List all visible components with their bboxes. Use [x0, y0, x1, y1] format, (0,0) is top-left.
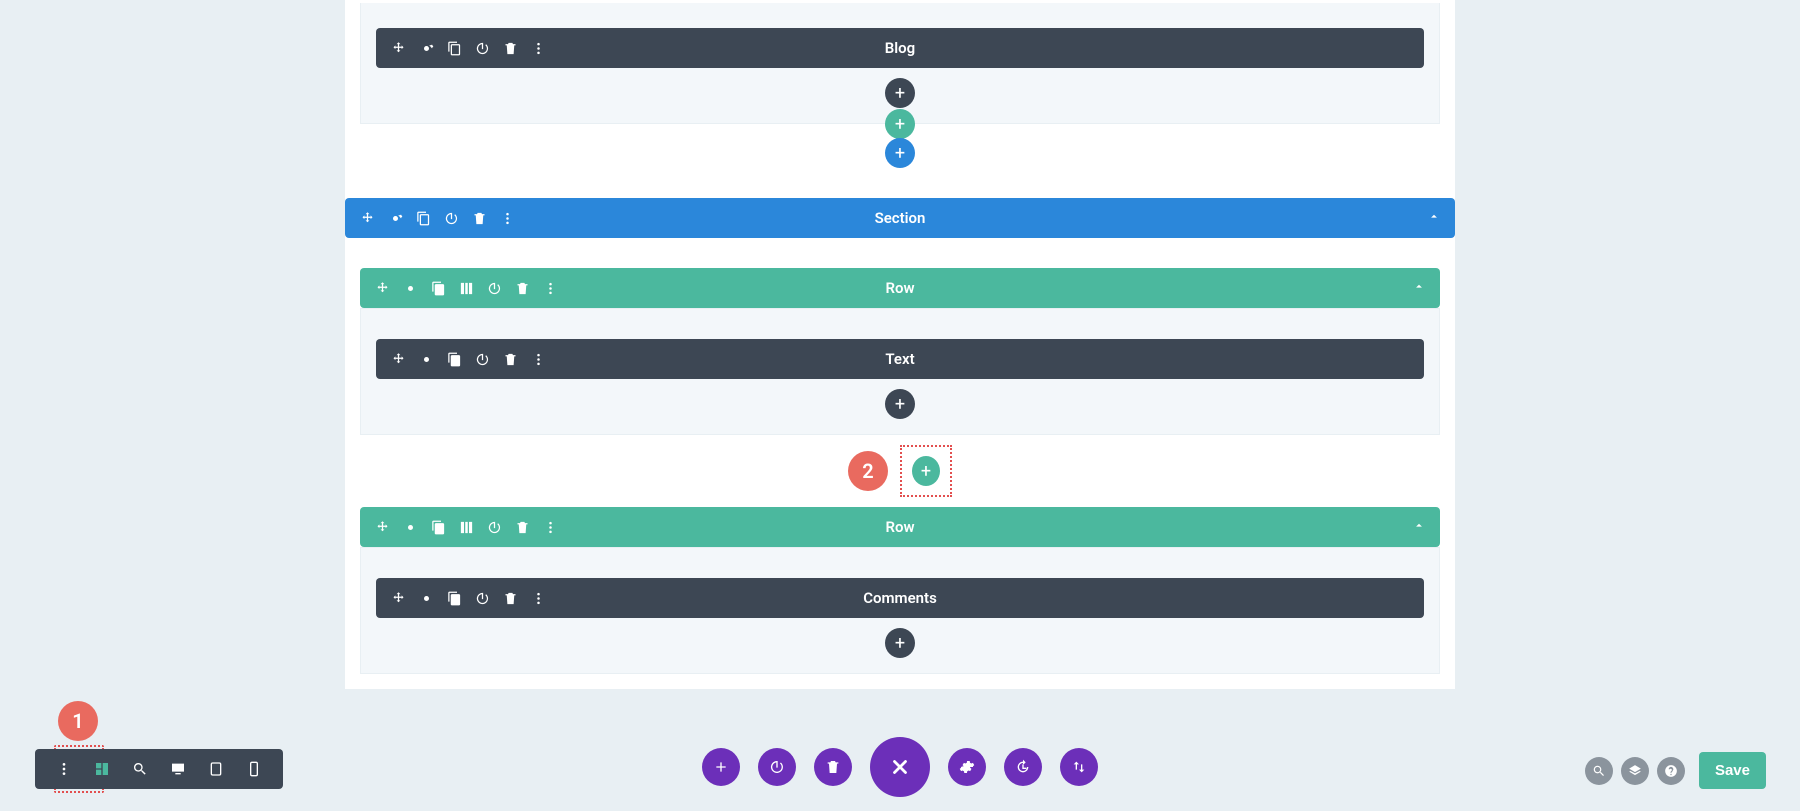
view-toolbar	[35, 749, 283, 789]
module-bar-text[interactable]: Text	[376, 339, 1424, 379]
columns-icon[interactable]	[458, 519, 474, 535]
section-outer-2: Row Text + 2 +	[345, 268, 1455, 689]
duplicate-icon[interactable]	[446, 590, 462, 606]
trash-icon[interactable]	[471, 210, 487, 226]
module-toolbar	[376, 40, 546, 56]
tablet-icon[interactable]	[201, 754, 231, 784]
row-bar-1[interactable]: Row	[360, 268, 1440, 308]
module-toolbar	[376, 590, 546, 606]
add-row-button[interactable]: +	[912, 456, 940, 486]
add-section-button[interactable]: +	[885, 138, 915, 168]
zoom-icon[interactable]	[125, 754, 155, 784]
trash-icon[interactable]	[514, 280, 530, 296]
duplicate-icon[interactable]	[430, 280, 446, 296]
toolbar-settings-button[interactable]	[948, 748, 986, 786]
toolbar-close-button[interactable]	[870, 737, 930, 797]
gear-icon[interactable]	[418, 590, 434, 606]
plus-icon: +	[895, 83, 905, 104]
section-outer-1: Blog + +	[345, 3, 1455, 154]
gear-icon[interactable]	[387, 210, 403, 226]
phone-icon[interactable]	[239, 754, 269, 784]
module-bar-blog[interactable]: Blog	[376, 28, 1424, 68]
gear-icon[interactable]	[402, 519, 418, 535]
gear-icon[interactable]	[418, 351, 434, 367]
plus-icon: +	[895, 143, 905, 164]
annotation-badge-1: 1	[58, 701, 98, 741]
right-toolbar: Save	[1585, 752, 1766, 789]
power-icon[interactable]	[486, 519, 502, 535]
power-icon[interactable]	[486, 280, 502, 296]
add-module-button[interactable]: +	[885, 628, 915, 658]
power-icon[interactable]	[474, 40, 490, 56]
move-icon[interactable]	[374, 280, 390, 296]
power-icon[interactable]	[443, 210, 459, 226]
module-toolbar	[376, 351, 546, 367]
move-icon[interactable]	[390, 590, 406, 606]
row-wrap-2: Text +	[360, 308, 1440, 435]
kebab-icon[interactable]	[530, 351, 546, 367]
trash-icon[interactable]	[502, 351, 518, 367]
chevron-up-icon[interactable]	[1427, 209, 1441, 228]
plus-icon: +	[895, 394, 905, 415]
trash-icon[interactable]	[502, 40, 518, 56]
power-icon[interactable]	[474, 351, 490, 367]
search-button[interactable]	[1585, 757, 1613, 785]
desktop-icon[interactable]	[163, 754, 193, 784]
chevron-up-icon[interactable]	[1412, 518, 1426, 537]
toolbar-swap-button[interactable]	[1060, 748, 1098, 786]
kebab-icon[interactable]	[530, 590, 546, 606]
module-bar-comments[interactable]: Comments	[376, 578, 1424, 618]
layers-button[interactable]	[1621, 757, 1649, 785]
toolbar-power-button[interactable]	[758, 748, 796, 786]
add-row-button[interactable]: +	[885, 109, 915, 139]
columns-icon[interactable]	[458, 280, 474, 296]
toolbar-add-button[interactable]	[702, 748, 740, 786]
row-bar-2[interactable]: Row	[360, 507, 1440, 547]
power-icon[interactable]	[474, 590, 490, 606]
wireframe-icon[interactable]	[87, 754, 117, 784]
section-toolbar	[345, 210, 515, 226]
duplicate-icon[interactable]	[446, 40, 462, 56]
help-button[interactable]	[1657, 757, 1685, 785]
annotation-badge-2: 2	[848, 451, 888, 491]
duplicate-icon[interactable]	[415, 210, 431, 226]
trash-icon[interactable]	[502, 590, 518, 606]
plus-icon: +	[921, 461, 931, 482]
section-bar[interactable]: Section	[345, 198, 1455, 238]
chevron-up-icon[interactable]	[1412, 279, 1426, 298]
move-icon[interactable]	[374, 519, 390, 535]
plus-icon: +	[895, 114, 905, 135]
move-icon[interactable]	[390, 40, 406, 56]
save-button[interactable]: Save	[1699, 752, 1766, 789]
trash-icon[interactable]	[514, 519, 530, 535]
row-wrap-3: Comments +	[360, 547, 1440, 674]
add-row-annotated: 2 +	[360, 445, 1440, 497]
main-toolbar	[702, 737, 1098, 797]
gear-icon[interactable]	[418, 40, 434, 56]
row-wrap-1: Blog +	[360, 3, 1440, 124]
add-row-highlight: +	[900, 445, 952, 497]
builder-canvas: Blog + + + Section	[345, 0, 1455, 689]
kebab-icon[interactable]	[49, 754, 79, 784]
duplicate-icon[interactable]	[430, 519, 446, 535]
toolbar-history-button[interactable]	[1004, 748, 1042, 786]
gear-icon[interactable]	[402, 280, 418, 296]
plus-icon: +	[895, 633, 905, 654]
kebab-icon[interactable]	[499, 210, 515, 226]
kebab-icon[interactable]	[530, 40, 546, 56]
row-toolbar	[360, 519, 558, 535]
row-toolbar	[360, 280, 558, 296]
toolbar-trash-button[interactable]	[814, 748, 852, 786]
kebab-icon[interactable]	[542, 519, 558, 535]
kebab-icon[interactable]	[542, 280, 558, 296]
move-icon[interactable]	[359, 210, 375, 226]
duplicate-icon[interactable]	[446, 351, 462, 367]
move-icon[interactable]	[390, 351, 406, 367]
add-module-button[interactable]: +	[885, 389, 915, 419]
add-module-button[interactable]: +	[885, 78, 915, 108]
